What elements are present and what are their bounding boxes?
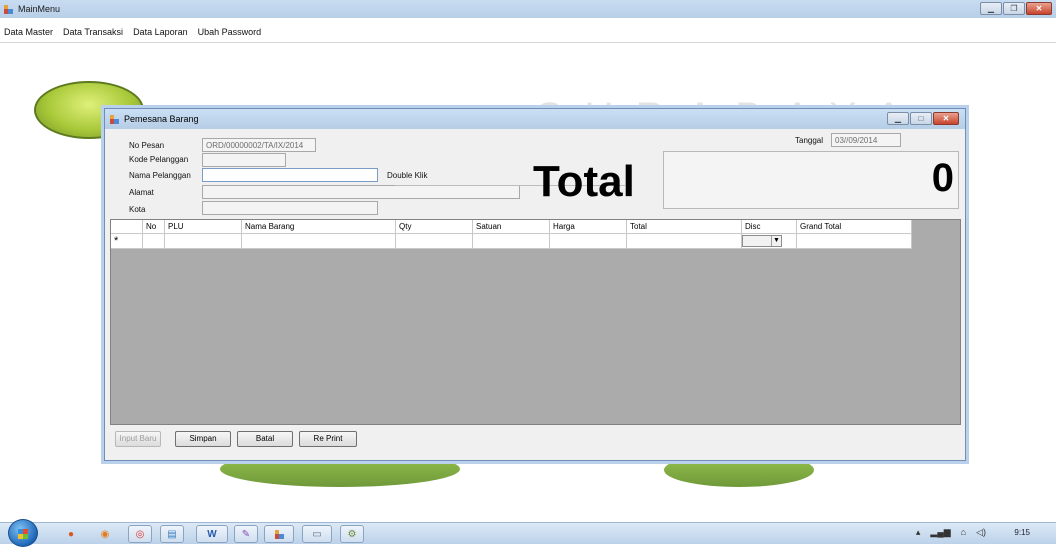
main-window-titlebar[interactable]: MainMenu ▁ ❐ ✕ xyxy=(0,0,1056,18)
total-display: 0 xyxy=(663,151,959,209)
nama-pelanggan-input[interactable] xyxy=(202,168,378,182)
kota-label: Kota xyxy=(129,205,146,214)
volume-icon[interactable]: ◁) xyxy=(976,527,986,538)
word-icon[interactable]: W xyxy=(196,525,228,543)
column-header-disc[interactable]: Disc xyxy=(742,220,797,234)
form-icon xyxy=(109,114,120,125)
alamat-label: Alamat xyxy=(129,188,154,197)
column-header-nama-barang[interactable]: Nama Barang xyxy=(242,220,396,234)
no-pesan-field[interactable]: ORD/00000002/TA/IX/2014 xyxy=(202,138,316,152)
column-header-total[interactable]: Total xyxy=(627,220,742,234)
form-caption-buttons: ▁ □ ✕ xyxy=(887,112,959,125)
system-tray: ▴ ▂▄▆ ⌂ ◁) xyxy=(916,527,986,538)
close-button[interactable]: ✕ xyxy=(1026,2,1052,15)
column-header-plu[interactable]: PLU xyxy=(165,220,242,234)
chrome-icon[interactable]: ◎ xyxy=(128,525,152,543)
firefox-icon[interactable]: ● xyxy=(62,525,80,543)
input-baru-button[interactable]: Input Baru xyxy=(115,431,161,447)
nama-pelanggan-label: Nama Pelanggan xyxy=(129,171,191,180)
form-title: Pemesana Barang xyxy=(124,114,199,124)
app-icon xyxy=(274,529,285,540)
pemesanan-barang-window: Pemesana Barang ▁ □ ✕ No Pesan ORD/00000… xyxy=(104,108,966,461)
signal-icon[interactable]: ▂▄▆ xyxy=(930,527,950,538)
chevron-down-icon: ▼ xyxy=(771,236,781,246)
cell-nama-barang[interactable] xyxy=(242,234,396,249)
disc-dropdown[interactable]: ▼ xyxy=(742,235,782,247)
form-maximize-button[interactable]: □ xyxy=(910,112,932,125)
total-heading: Total xyxy=(533,157,635,206)
start-button[interactable] xyxy=(8,519,38,547)
menu-ubah-password[interactable]: Ubah Password xyxy=(198,27,262,41)
close-icon: ✕ xyxy=(942,114,950,123)
network-icon[interactable]: ⌂ xyxy=(961,527,966,538)
tanggal-label: Tanggal xyxy=(795,136,824,145)
minimize-button[interactable]: ▁ xyxy=(980,2,1002,15)
taskbar: ● ◉ ◎ ▤ W ✎ ▭ ⚙ ▴ ▂▄▆ ⌂ ◁) 9:15 xyxy=(0,519,1056,547)
cell-total[interactable] xyxy=(627,234,742,249)
mainmenu-app-taskbar-icon[interactable] xyxy=(264,525,294,543)
cell-no[interactable] xyxy=(143,234,165,249)
cell-disc[interactable]: ▼ xyxy=(742,234,797,249)
media-player-icon[interactable]: ◉ xyxy=(96,525,114,543)
main-window-title: MainMenu xyxy=(18,4,61,14)
re-print-button[interactable]: Re Print xyxy=(299,431,357,447)
tool-icon[interactable]: ⚙ xyxy=(340,525,364,543)
double-klik-label: Double Klik xyxy=(387,171,428,180)
batal-button[interactable]: Batal xyxy=(237,431,293,447)
grid-header-row: No PLU Nama Barang Qty Satuan Harga Tota… xyxy=(111,220,912,234)
new-row-marker: * xyxy=(111,234,143,249)
cell-plu[interactable] xyxy=(165,234,242,249)
column-header-no[interactable]: No xyxy=(143,220,165,234)
kode-pelanggan-label: Kode Pelanggan xyxy=(129,155,189,164)
order-items-grid[interactable]: No PLU Nama Barang Qty Satuan Harga Tota… xyxy=(110,219,961,425)
minimize-icon: ▁ xyxy=(987,4,995,13)
cell-satuan[interactable] xyxy=(473,234,550,249)
kota-field[interactable] xyxy=(202,201,378,215)
explorer-icon[interactable]: ▤ xyxy=(160,525,184,543)
grid-row-header-corner xyxy=(111,220,143,234)
app-icon xyxy=(3,4,14,15)
menu-data-transaksi[interactable]: Data Transaksi xyxy=(63,27,123,41)
column-header-qty[interactable]: Qty xyxy=(396,220,473,234)
clock[interactable]: 9:15 xyxy=(1014,528,1030,537)
alamat-field[interactable] xyxy=(202,185,520,199)
form-titlebar[interactable]: Pemesana Barang ▁ □ ✕ xyxy=(105,109,965,129)
cell-grand-total[interactable] xyxy=(797,234,912,249)
cell-qty[interactable] xyxy=(396,234,473,249)
form-close-button[interactable]: ✕ xyxy=(933,112,959,125)
cell-harga[interactable] xyxy=(550,234,627,249)
main-window-caption-buttons: ▁ ❐ ✕ xyxy=(980,2,1052,15)
form-minimize-button[interactable]: ▁ xyxy=(887,112,909,125)
menu-data-laporan[interactable]: Data Laporan xyxy=(133,27,188,41)
column-header-harga[interactable]: Harga xyxy=(550,220,627,234)
grid-new-row[interactable]: * ▼ xyxy=(111,234,912,249)
close-icon: ✕ xyxy=(1035,4,1043,13)
paint-icon[interactable]: ✎ xyxy=(234,525,258,543)
kode-pelanggan-field[interactable] xyxy=(202,153,286,167)
menu-data-master[interactable]: Data Master xyxy=(4,27,53,41)
minimize-icon: ▁ xyxy=(894,114,902,123)
menu-bar: Data Master Data Transaksi Data Laporan … xyxy=(0,27,261,41)
simpan-button[interactable]: Simpan xyxy=(175,431,231,447)
tray-expand-icon[interactable]: ▴ xyxy=(916,527,921,538)
maximize-icon: □ xyxy=(918,114,924,123)
no-pesan-label: No Pesan xyxy=(129,141,165,150)
column-header-satuan[interactable]: Satuan xyxy=(473,220,550,234)
window-icon[interactable]: ▭ xyxy=(302,525,332,543)
total-value: 0 xyxy=(931,156,954,200)
maximize-button[interactable]: ❐ xyxy=(1003,2,1025,15)
restore-icon: ❐ xyxy=(1010,4,1018,13)
column-header-grand-total[interactable]: Grand Total xyxy=(797,220,912,234)
tanggal-field[interactable]: 03//09/2014 xyxy=(831,133,901,147)
